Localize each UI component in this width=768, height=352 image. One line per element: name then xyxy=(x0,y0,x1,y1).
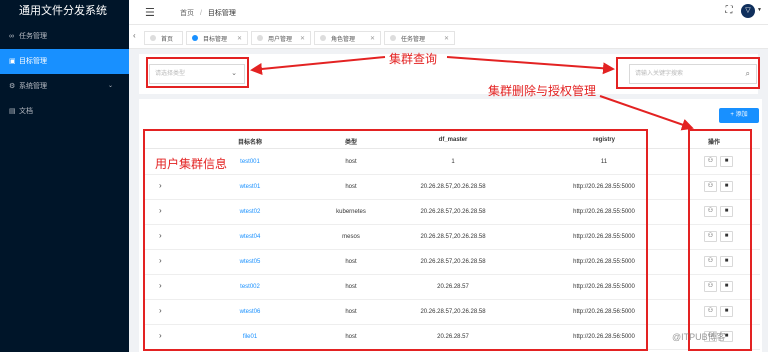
annotation-arrows xyxy=(250,56,694,131)
watermark: @ITPUB博客 xyxy=(672,332,726,342)
annotation-arrow-left xyxy=(250,56,386,75)
annotation-arrow-actions xyxy=(599,95,694,131)
annotation-arrow-right xyxy=(446,56,615,75)
